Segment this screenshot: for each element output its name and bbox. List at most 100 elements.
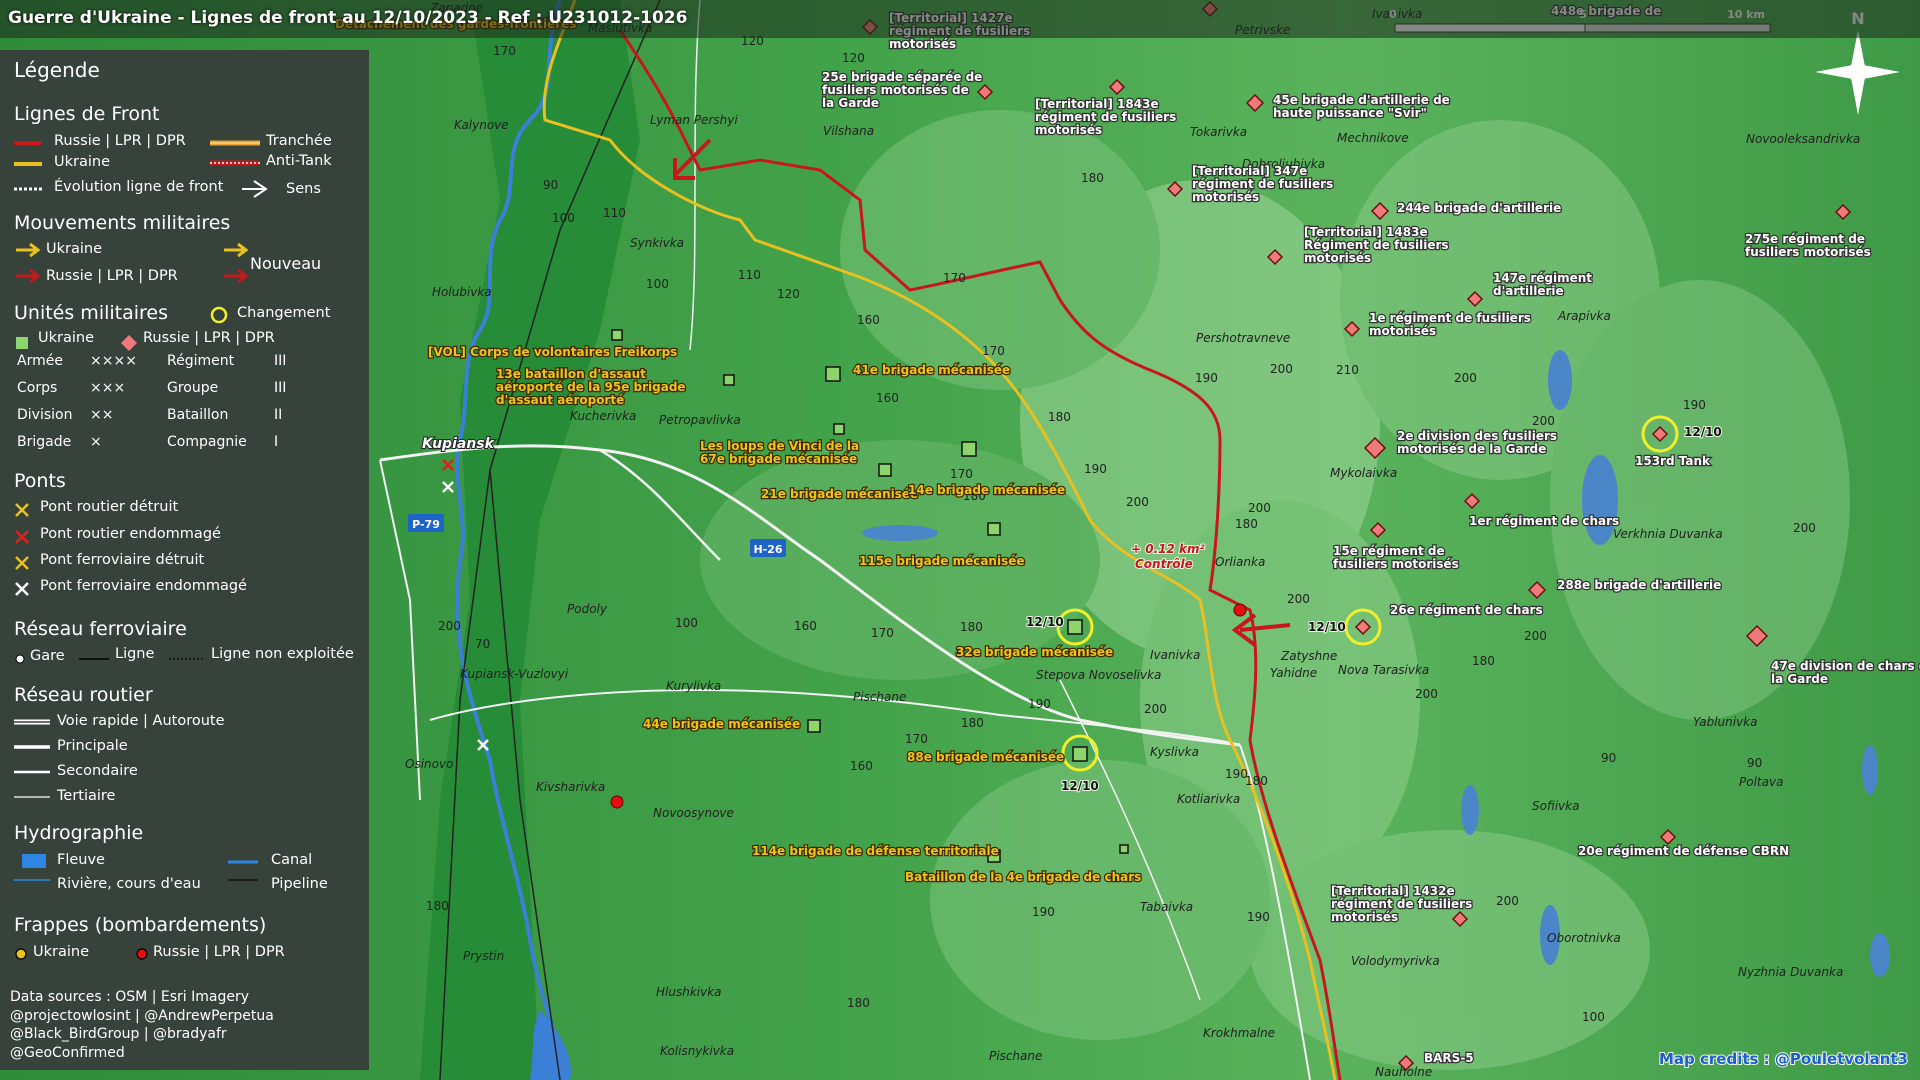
map-credits: Map credits : @Pouletvolant3 — [1659, 1050, 1908, 1068]
elevation-label: 190 — [1195, 371, 1218, 385]
unit-size-label: Armée — [17, 353, 63, 369]
place-label: Podoly — [567, 602, 608, 616]
ukraine-unit-label: 114e brigade de défense territoriale — [752, 844, 999, 858]
legend-bridges-title: Ponts — [14, 470, 66, 492]
elevation-label: 190 — [1683, 398, 1706, 412]
place-label: Pischane — [989, 1049, 1042, 1063]
elevation-label: 100 — [646, 277, 669, 291]
place-label: Yahidne — [1270, 666, 1317, 680]
title-bar: Guerre d'Ukraine - Lignes de front au 12… — [0, 0, 1920, 38]
elevation-label: 100 — [1582, 1010, 1605, 1024]
russia-unit-label: 244e brigade d'artillerie — [1397, 201, 1561, 215]
place-label: Novooleksandrivka — [1746, 132, 1860, 146]
legend-bridges-icons — [15, 503, 29, 596]
place-label: Mechnikove — [1337, 131, 1409, 145]
russia-unit-label: 275e régiment de fusiliers motorisés — [1745, 232, 1871, 259]
elevation-label: 210 — [1336, 363, 1359, 377]
ukraine-unit-label: Les loups de Vinci de la 67e brigade méca… — [700, 439, 859, 466]
legend-road-main: Principale — [57, 738, 128, 754]
unit-size-label: Groupe — [167, 380, 219, 396]
unit-size-label: Régiment — [167, 353, 235, 369]
legend-front-trench: Tranchée — [266, 133, 332, 149]
russian-strike — [610, 795, 624, 809]
elevation-label: 110 — [738, 268, 761, 282]
place-label: Nova Tarasivka — [1338, 663, 1429, 677]
legend-hydro-canal: Canal — [271, 852, 313, 868]
place-label: Arapivka — [1557, 309, 1611, 323]
place-label: Lyman Pershyi — [650, 113, 738, 127]
legend-strikes-ukraine: Ukraine — [33, 944, 89, 960]
elevation-label: 100 — [552, 211, 575, 225]
russia-unit-label: 153rd Tank — [1635, 454, 1711, 468]
legend-road-secondary: Secondaire — [57, 763, 138, 779]
elevation-label: 190 — [1225, 767, 1248, 781]
legend-bridge-rail-destroyed: Pont ferroviaire détruit — [40, 552, 205, 568]
data-credits: Data sources : OSM | Esri Imagery @proje… — [10, 989, 274, 1061]
elevation-label: 200 — [1126, 495, 1149, 509]
place-label: Kurylivka — [666, 679, 721, 693]
control-gain: + 0.12 km² — [1131, 542, 1206, 556]
map-title: Guerre d'Ukraine - Lignes de front au 12… — [8, 8, 688, 28]
place-label: Tokarivka — [1190, 125, 1247, 139]
elevation-label: 200 — [1496, 894, 1519, 908]
unit-size-label: Corps — [17, 380, 58, 396]
place-label: Yablunivka — [1693, 715, 1757, 729]
elevation-label: 180 — [1081, 171, 1104, 185]
legend-hydro-stream: Rivière, cours d'eau — [57, 876, 201, 892]
unit-size-label: Brigade — [17, 434, 72, 450]
legend-hydro-title: Hydrographie — [14, 822, 144, 844]
elevation-label: 200 — [1415, 687, 1438, 701]
place-label: Tabaivka — [1140, 900, 1193, 914]
elevation-label: 200 — [1524, 629, 1547, 643]
unit-size-label: Compagnie — [167, 434, 247, 450]
elevation-label: 170 — [871, 626, 894, 640]
legend-units-russia: Russie | LPR | DPR — [143, 330, 275, 346]
elevation-label: 170 — [493, 44, 516, 58]
place-label: Sofiivka — [1532, 799, 1579, 813]
elevation-label: 180 — [1048, 410, 1071, 424]
road-number: P-79 — [412, 518, 440, 531]
change-date: 12/10 — [1308, 620, 1346, 634]
place-label: Ivanivka — [1150, 648, 1200, 662]
legend-road-fast: Voie rapide | Autoroute — [57, 713, 225, 729]
elevation-label: 200 — [1532, 414, 1555, 428]
unit-size-symbol: × — [90, 434, 102, 450]
unit-size-symbol: I — [274, 434, 279, 450]
elevation-label: 200 — [1248, 501, 1271, 515]
russia-unit-label: 45e brigade d'artillerie de haute puissan… — [1273, 93, 1450, 120]
legend-strikes-title: Frappes (bombardements) — [14, 914, 267, 936]
legend-road-swatches — [14, 719, 50, 798]
place-label: Zatyshne — [1280, 649, 1337, 663]
place-label: Prystin — [463, 949, 504, 963]
legend-front-ukraine: Ukraine — [54, 154, 110, 170]
change-date: 12/10 — [1684, 425, 1722, 439]
elevation-label: 170 — [905, 732, 928, 746]
ukraine-unit-label: 21e brigade mécanisée — [761, 487, 918, 501]
place-label: Kolisnykivka — [660, 1044, 734, 1058]
legend-road-tertiary: Tertiaire — [57, 788, 116, 804]
legend-rail-unused: Ligne non exploitée — [211, 646, 354, 662]
place-label: Kivsharivka — [536, 780, 605, 794]
legend-bridge-rail-damaged: Pont ferroviaire endommagé — [40, 578, 247, 594]
elevation-label: 190 — [1028, 697, 1051, 711]
place-label: Oborotnivka — [1547, 931, 1621, 945]
place-label: Stepova Novoselivka — [1036, 668, 1161, 682]
elevation-label: 190 — [1247, 910, 1270, 924]
legend-moves-new: Nouveau — [250, 254, 322, 273]
legend-units-change: Changement — [237, 305, 331, 321]
elevation-label: 180 — [961, 716, 984, 730]
elevation-label: 180 — [1235, 517, 1258, 531]
ukraine-unit-label: 41e brigade mécanisée — [853, 363, 1010, 377]
legend-moves-ukraine: Ukraine — [46, 241, 102, 257]
legend-units-ukraine: Ukraine — [38, 330, 94, 346]
legend-rail-station: Gare — [30, 648, 65, 664]
legend-panel: Légende Lignes de Front Russie | LPR | D… — [0, 50, 369, 1070]
place-label: Kotliarivka — [1177, 792, 1240, 806]
place-label: Pershotravneve — [1196, 331, 1290, 345]
legend-title: Légende — [14, 58, 100, 82]
elevation-label: 170 — [943, 271, 966, 285]
elevation-label: 160 — [876, 391, 899, 405]
russia-unit-label: 2e division des fusiliers motorisés de la… — [1397, 429, 1557, 456]
elevation-label: 120 — [777, 287, 800, 301]
elevation-label: 90 — [1747, 756, 1762, 770]
